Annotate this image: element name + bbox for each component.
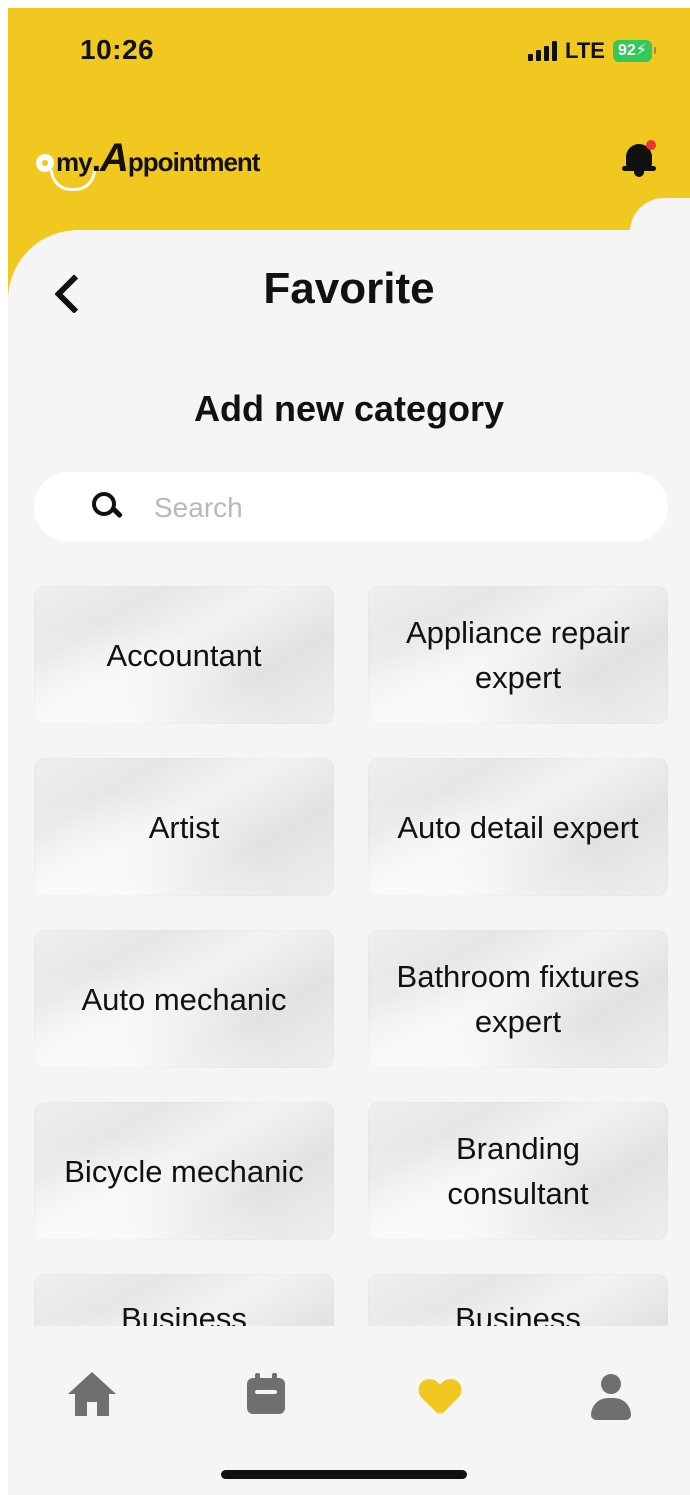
tab-home-icon[interactable] [64,1370,124,1430]
category-card-branding-consultant[interactable]: Branding consultant [368,1102,668,1240]
category-card-business-2[interactable]: Business [368,1274,668,1326]
search-bar[interactable] [34,472,668,542]
signal-icon [528,41,558,61]
search-icon [92,492,120,520]
network-type: LTE [565,38,605,63]
logo-prefix: my [56,147,93,177]
category-card-bicycle-mechanic[interactable]: Bicycle mechanic [34,1102,334,1240]
logo-initial: A [100,136,129,180]
category-card-auto-mechanic[interactable]: Auto mechanic [34,930,334,1068]
tab-profile-icon[interactable] [582,1370,642,1430]
battery-icon: 92⚡ [612,40,657,62]
tab-favorite-heart-icon[interactable] [410,1370,470,1430]
category-card-auto-detail-expert[interactable]: Auto detail expert [368,758,668,896]
logo-wordmark: my.Appointment [56,136,261,181]
logo-dot: . [91,141,102,179]
category-card-bathroom-fixtures-expert[interactable]: Bathroom fixtures expert [368,930,668,1068]
search-input[interactable] [152,486,636,530]
category-grid-scroll[interactable]: Accountant Appliance repair expert Artis… [34,586,674,1326]
logo-rest: ppointment [127,147,261,177]
category-card-business-1[interactable]: Business [34,1274,334,1326]
tab-calendar-icon[interactable] [237,1370,297,1430]
notification-bell-icon[interactable] [622,140,656,178]
page-title: Favorite [263,264,435,313]
home-indicator[interactable] [221,1470,467,1479]
app-logo: my.Appointment [36,130,326,200]
category-card-accountant[interactable]: Accountant [34,586,334,724]
category-card-appliance-repair-expert[interactable]: Appliance repair expert [368,586,668,724]
section-subtitle: Add new category [193,388,505,429]
notification-dot [646,140,656,150]
category-grid: Accountant Appliance repair expert Artis… [34,586,674,1326]
category-card-artist[interactable]: Artist [34,758,334,896]
app-screen: 10:26 LTE 92⚡ my.Appointment Favorite Ad… [8,8,690,1495]
battery-level: 92 [617,42,636,59]
status-time: 10:26 [80,34,155,65]
status-indicators: LTE 92⚡ [528,38,657,64]
